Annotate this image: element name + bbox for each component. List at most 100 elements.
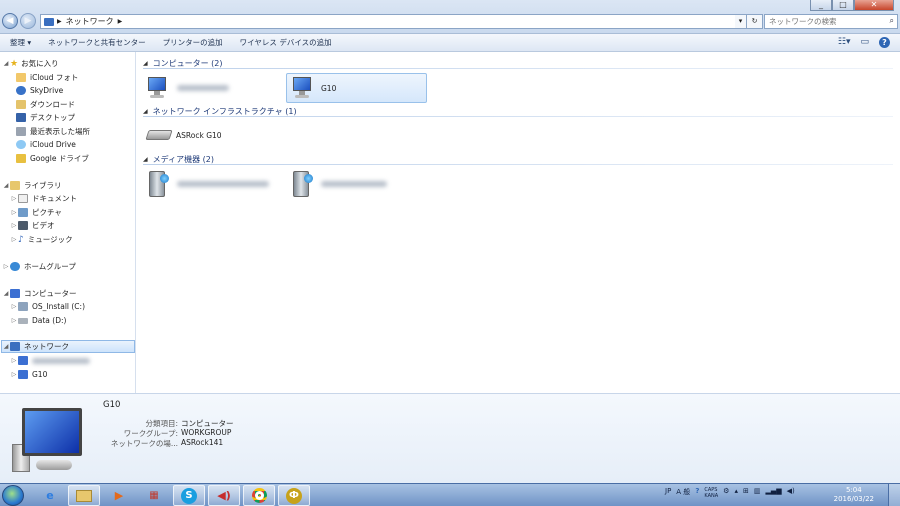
details-pane: G10 分類項目: コンピューター ワークグループ: WORKGROUP ネット…: [0, 393, 900, 483]
internet-explorer-icon[interactable]: e: [34, 485, 66, 506]
help-icon[interactable]: ?: [695, 487, 699, 499]
tile-label: ASRock G10: [176, 130, 222, 140]
maximize-button[interactable]: □: [832, 0, 854, 11]
skype-icon[interactable]: S: [173, 485, 205, 506]
show-desktop-button[interactable]: [888, 484, 900, 506]
collapse-arrow-icon[interactable]: ▷: [10, 357, 18, 364]
nav-music[interactable]: ▷ ♪ ミュージック: [10, 233, 73, 246]
nav-documents[interactable]: ▷ ドキュメント: [10, 192, 77, 205]
nav-network-computer-redacted[interactable]: ▷: [10, 354, 90, 367]
volume-icon[interactable]: ◀): [787, 487, 795, 499]
recent-places-icon: [16, 127, 26, 136]
collapse-arrow-icon[interactable]: ▷: [2, 263, 10, 270]
windows-flag-icon[interactable]: ⊞: [743, 487, 749, 499]
search-icon[interactable]: ⌕: [890, 16, 894, 26]
nav-videos[interactable]: ▷ ビデオ: [10, 219, 55, 232]
explorer-taskbar-button[interactable]: [68, 485, 100, 506]
collapse-group-icon[interactable]: ◢: [143, 60, 148, 67]
network-status-icon[interactable]: ▥: [754, 487, 761, 499]
nav-icloud-photo[interactable]: iCloud フォト: [16, 71, 78, 84]
nav-network[interactable]: ◢ ネットワーク: [1, 340, 135, 353]
collapse-arrow-icon[interactable]: ▷: [10, 236, 18, 243]
close-button[interactable]: ✕: [854, 0, 894, 11]
nav-drive-d[interactable]: ▷ Data (D:): [10, 314, 67, 327]
collapse-arrow-icon[interactable]: ▷: [10, 209, 18, 216]
media-player-icon[interactable]: ▶: [103, 485, 135, 506]
group-title: コンピューター (2): [152, 58, 223, 68]
nav-label: SkyDrive: [30, 86, 64, 95]
forward-button[interactable]: ▶: [20, 13, 36, 29]
nav-label: 最近表示した場所: [30, 127, 90, 136]
group-header-computers[interactable]: ◢ コンピューター (2): [143, 57, 893, 69]
breadcrumb-network[interactable]: ネットワーク: [66, 16, 114, 27]
nav-recent-places[interactable]: 最近表示した場所: [16, 125, 90, 138]
address-dropdown-button[interactable]: ▾: [735, 14, 747, 29]
media-device-tile[interactable]: [293, 169, 433, 199]
signal-icon[interactable]: ▂▄▆: [765, 487, 781, 499]
network-computer-tile[interactable]: [145, 73, 285, 103]
nav-google-drive[interactable]: Google ドライブ: [16, 152, 89, 165]
clock[interactable]: 5:04 2016/03/22: [834, 486, 874, 504]
nav-label: ライブラリ: [24, 181, 62, 190]
organize-button[interactable]: 整理 ▾: [10, 37, 31, 48]
tray-expand-icon[interactable]: ▴: [734, 487, 738, 499]
add-printer-button[interactable]: プリンターの追加: [163, 37, 223, 48]
back-button[interactable]: ◀: [2, 13, 18, 29]
expand-arrow-icon[interactable]: ◢: [2, 182, 10, 189]
group-header-infrastructure[interactable]: ◢ ネットワーク インフラストラクチャ (1): [143, 105, 893, 117]
nav-homegroup[interactable]: ▷ ホームグループ: [2, 260, 76, 273]
network-computer-tile-g10[interactable]: G10: [286, 73, 427, 103]
collapse-group-icon[interactable]: ◢: [143, 108, 148, 115]
nav-skydrive[interactable]: SkyDrive: [16, 84, 63, 97]
nav-pictures[interactable]: ▷ ピクチャ: [10, 206, 62, 219]
search-box[interactable]: ⌕: [764, 14, 898, 29]
router-tile[interactable]: ASRock G10: [145, 120, 287, 150]
group-header-media[interactable]: ◢ メディア機器 (2): [143, 153, 893, 165]
nav-label: ネットワーク: [24, 342, 69, 351]
media-device-tile[interactable]: [149, 169, 289, 199]
address-bar[interactable]: ▶ ネットワーク ▶: [40, 14, 745, 29]
redacted-name: [321, 181, 387, 187]
nav-icloud-drive[interactable]: iCloud Drive: [16, 138, 76, 151]
nav-drive-c[interactable]: ▷ OS_Install (C:): [10, 300, 85, 313]
star-icon: ★: [10, 58, 19, 69]
language-indicator[interactable]: JP: [665, 487, 671, 499]
drive-icon: [18, 317, 28, 324]
expand-arrow-icon[interactable]: ◢: [2, 343, 10, 350]
nav-downloads[interactable]: ダウンロード: [16, 98, 75, 111]
speaker-app-icon[interactable]: ◀): [208, 485, 240, 506]
start-button[interactable]: [2, 485, 24, 506]
nav-libraries[interactable]: ◢ ライブラリ: [2, 179, 62, 192]
search-input[interactable]: [765, 15, 880, 28]
ime-indicator[interactable]: A 般: [676, 487, 690, 499]
help-icon[interactable]: ?: [879, 37, 890, 48]
network-sharing-center-button[interactable]: ネットワークと共有センター: [48, 37, 146, 48]
expand-arrow-icon[interactable]: ◢: [2, 290, 10, 297]
app-grid-icon[interactable]: ▦: [138, 485, 170, 506]
add-wireless-device-button[interactable]: ワイヤレス デバイスの追加: [240, 37, 332, 48]
nav-favorites[interactable]: ◢ ★ お気に入り: [2, 57, 59, 70]
collapse-group-icon[interactable]: ◢: [143, 156, 148, 163]
collapse-arrow-icon[interactable]: ▷: [10, 222, 18, 229]
nav-desktop[interactable]: デスクトップ: [16, 111, 75, 124]
expand-arrow-icon[interactable]: ◢: [2, 60, 10, 67]
collapse-arrow-icon[interactable]: ▷: [10, 371, 18, 378]
collapse-arrow-icon[interactable]: ▷: [10, 195, 18, 202]
window-controls: _ □ ✕: [810, 0, 894, 11]
nav-label: ダウンロード: [30, 100, 75, 109]
nav-network-g10[interactable]: ▷ G10: [10, 368, 47, 381]
nav-computer[interactable]: ◢ コンピューター: [2, 287, 77, 300]
drive-icon: [18, 302, 28, 311]
collapse-arrow-icon[interactable]: ▷: [10, 303, 18, 310]
refresh-button[interactable]: ↻: [747, 14, 763, 29]
nav-label: ピクチャ: [32, 208, 62, 217]
preview-pane-icon[interactable]: ▭: [860, 37, 869, 48]
collapse-arrow-icon[interactable]: ▷: [10, 317, 18, 324]
google-drive-icon: [16, 154, 26, 163]
app-icon[interactable]: Ф: [278, 485, 310, 506]
tray-settings-icon[interactable]: ⚙: [723, 487, 729, 499]
view-options-icon[interactable]: ☷▾: [838, 37, 851, 48]
details-name: G10: [103, 400, 121, 410]
chrome-icon[interactable]: [243, 485, 275, 506]
minimize-button[interactable]: _: [810, 0, 832, 11]
